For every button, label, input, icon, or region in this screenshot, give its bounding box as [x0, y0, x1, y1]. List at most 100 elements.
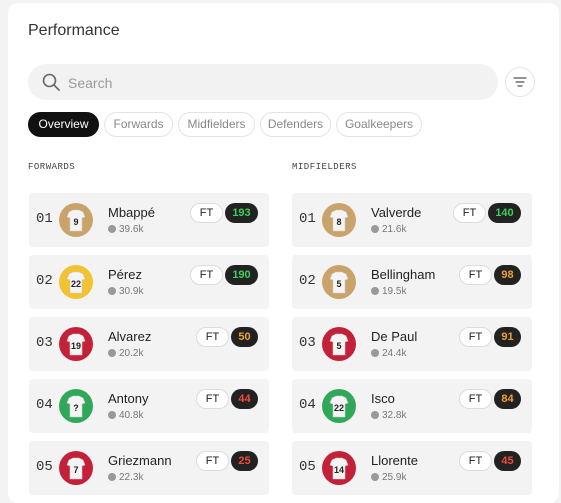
player-row[interactable]: 05 7 Griezmann 22.3k FT 25	[29, 441, 269, 495]
section-heading-midfielders: MIDFIELDERS	[292, 162, 357, 172]
score-badge: 25	[231, 451, 258, 471]
jersey-icon: 22	[322, 389, 356, 423]
match-status-badge: FT	[196, 451, 229, 471]
player-followers: 22.3k	[108, 472, 143, 483]
score-badge: 193	[225, 203, 258, 223]
jersey-icon: 7	[59, 451, 93, 485]
tab-defenders[interactable]: Defenders	[260, 112, 331, 137]
jersey-icon: 5	[322, 265, 356, 299]
player-name: Alvarez	[108, 329, 152, 344]
player-followers: 32.8k	[371, 410, 406, 421]
player-row[interactable]: 04 22 Isco 32.8k FT 84	[292, 379, 532, 433]
tab-midfielders[interactable]: Midfielders	[178, 112, 255, 137]
jersey-number: 9	[73, 217, 78, 227]
player-name: Griezmann	[108, 453, 172, 468]
player-name: Mbappé	[108, 205, 155, 220]
jersey-number: ?	[73, 403, 79, 413]
player-followers: 30.9k	[108, 286, 143, 297]
section-heading-forwards: FORWARDS	[28, 162, 76, 172]
player-name: De Paul	[371, 329, 418, 344]
jersey-number: 22	[334, 403, 344, 413]
jersey-icon: 22	[59, 265, 93, 299]
followers-icon	[371, 349, 379, 357]
match-status-badge: FT	[453, 203, 486, 223]
jersey-number: 14	[334, 465, 344, 475]
player-rank: 04	[36, 397, 53, 413]
player-name: Llorente	[371, 453, 418, 468]
jersey-icon: 9	[59, 203, 93, 237]
jersey-number: 5	[336, 341, 341, 351]
player-row[interactable]: 02 22 Pérez 30.9k FT 190	[29, 255, 269, 309]
score-badge: 84	[494, 389, 521, 409]
jersey-icon: 8	[322, 203, 356, 237]
score-badge: 140	[488, 203, 521, 223]
score-badge: 98	[494, 265, 521, 285]
jersey-number: 5	[336, 279, 341, 289]
filter-icon	[513, 77, 527, 87]
player-rank: 05	[299, 459, 316, 475]
player-row[interactable]: 01 9 Mbappé 39.6k FT 193	[29, 193, 269, 247]
search-input[interactable]	[66, 64, 470, 102]
filter-button[interactable]	[505, 67, 535, 97]
tab-overview[interactable]: Overview	[28, 112, 99, 137]
player-rank: 03	[36, 335, 53, 351]
player-rank: 05	[36, 459, 53, 475]
player-rank: 03	[299, 335, 316, 351]
score-badge: 190	[225, 265, 258, 285]
player-row[interactable]: 03 19 Alvarez 20.2k FT 50	[29, 317, 269, 371]
player-followers: 20.2k	[108, 348, 143, 359]
followers-icon	[108, 287, 116, 295]
player-rank: 04	[299, 397, 316, 413]
player-rank: 01	[36, 211, 53, 227]
match-status-badge: FT	[190, 203, 223, 223]
jersey-icon: ?	[59, 389, 93, 423]
player-name: Isco	[371, 391, 395, 406]
player-followers: 24.4k	[371, 348, 406, 359]
page-title: Performance	[28, 22, 120, 39]
jersey-icon: 19	[59, 327, 93, 361]
match-status-badge: FT	[459, 451, 492, 471]
player-rank: 01	[299, 211, 316, 227]
performance-card: Performance Overview Forwards Midfielder…	[8, 3, 559, 503]
player-name: Bellingham	[371, 267, 436, 282]
match-status-badge: FT	[459, 327, 492, 347]
player-row[interactable]: 02 5 Bellingham 19.5k FT 98	[292, 255, 532, 309]
score-badge: 91	[494, 327, 521, 347]
jersey-number: 19	[71, 341, 81, 351]
player-followers: 25.9k	[371, 472, 406, 483]
match-status-badge: FT	[190, 265, 223, 285]
player-row[interactable]: 01 8 Valverde 21.6k FT 140	[292, 193, 532, 247]
search-icon	[42, 73, 60, 91]
jersey-number: 8	[336, 217, 341, 227]
followers-icon	[108, 411, 116, 419]
player-row[interactable]: 03 5 De Paul 24.4k FT 91	[292, 317, 532, 371]
match-status-badge: FT	[196, 327, 229, 347]
jersey-icon: 5	[322, 327, 356, 361]
player-followers: 21.6k	[371, 224, 406, 235]
search-bar[interactable]	[28, 64, 498, 102]
tab-goalkeepers[interactable]: Goalkeepers	[336, 112, 422, 137]
player-name: Antony	[108, 391, 149, 406]
jersey-number: 22	[71, 279, 81, 289]
jersey-number: 7	[73, 465, 78, 475]
match-status-badge: FT	[459, 389, 492, 409]
score-badge: 50	[231, 327, 258, 347]
match-status-badge: FT	[459, 265, 492, 285]
player-followers: 39.6k	[108, 224, 143, 235]
player-row[interactable]: 05 14 Llorente 25.9k FT 45	[292, 441, 532, 495]
player-name: Valverde	[371, 205, 422, 220]
followers-icon	[108, 225, 116, 233]
player-followers: 19.5k	[371, 286, 406, 297]
player-row[interactable]: 04? Antony 40.8k FT 44	[29, 379, 269, 433]
player-rank: 02	[299, 273, 316, 289]
followers-icon	[108, 473, 116, 481]
player-rank: 02	[36, 273, 53, 289]
followers-icon	[371, 411, 379, 419]
score-badge: 45	[494, 451, 521, 471]
followers-icon	[371, 473, 379, 481]
jersey-icon: 14	[322, 451, 356, 485]
followers-icon	[371, 287, 379, 295]
tab-forwards[interactable]: Forwards	[104, 112, 173, 137]
followers-icon	[108, 349, 116, 357]
match-status-badge: FT	[196, 389, 229, 409]
